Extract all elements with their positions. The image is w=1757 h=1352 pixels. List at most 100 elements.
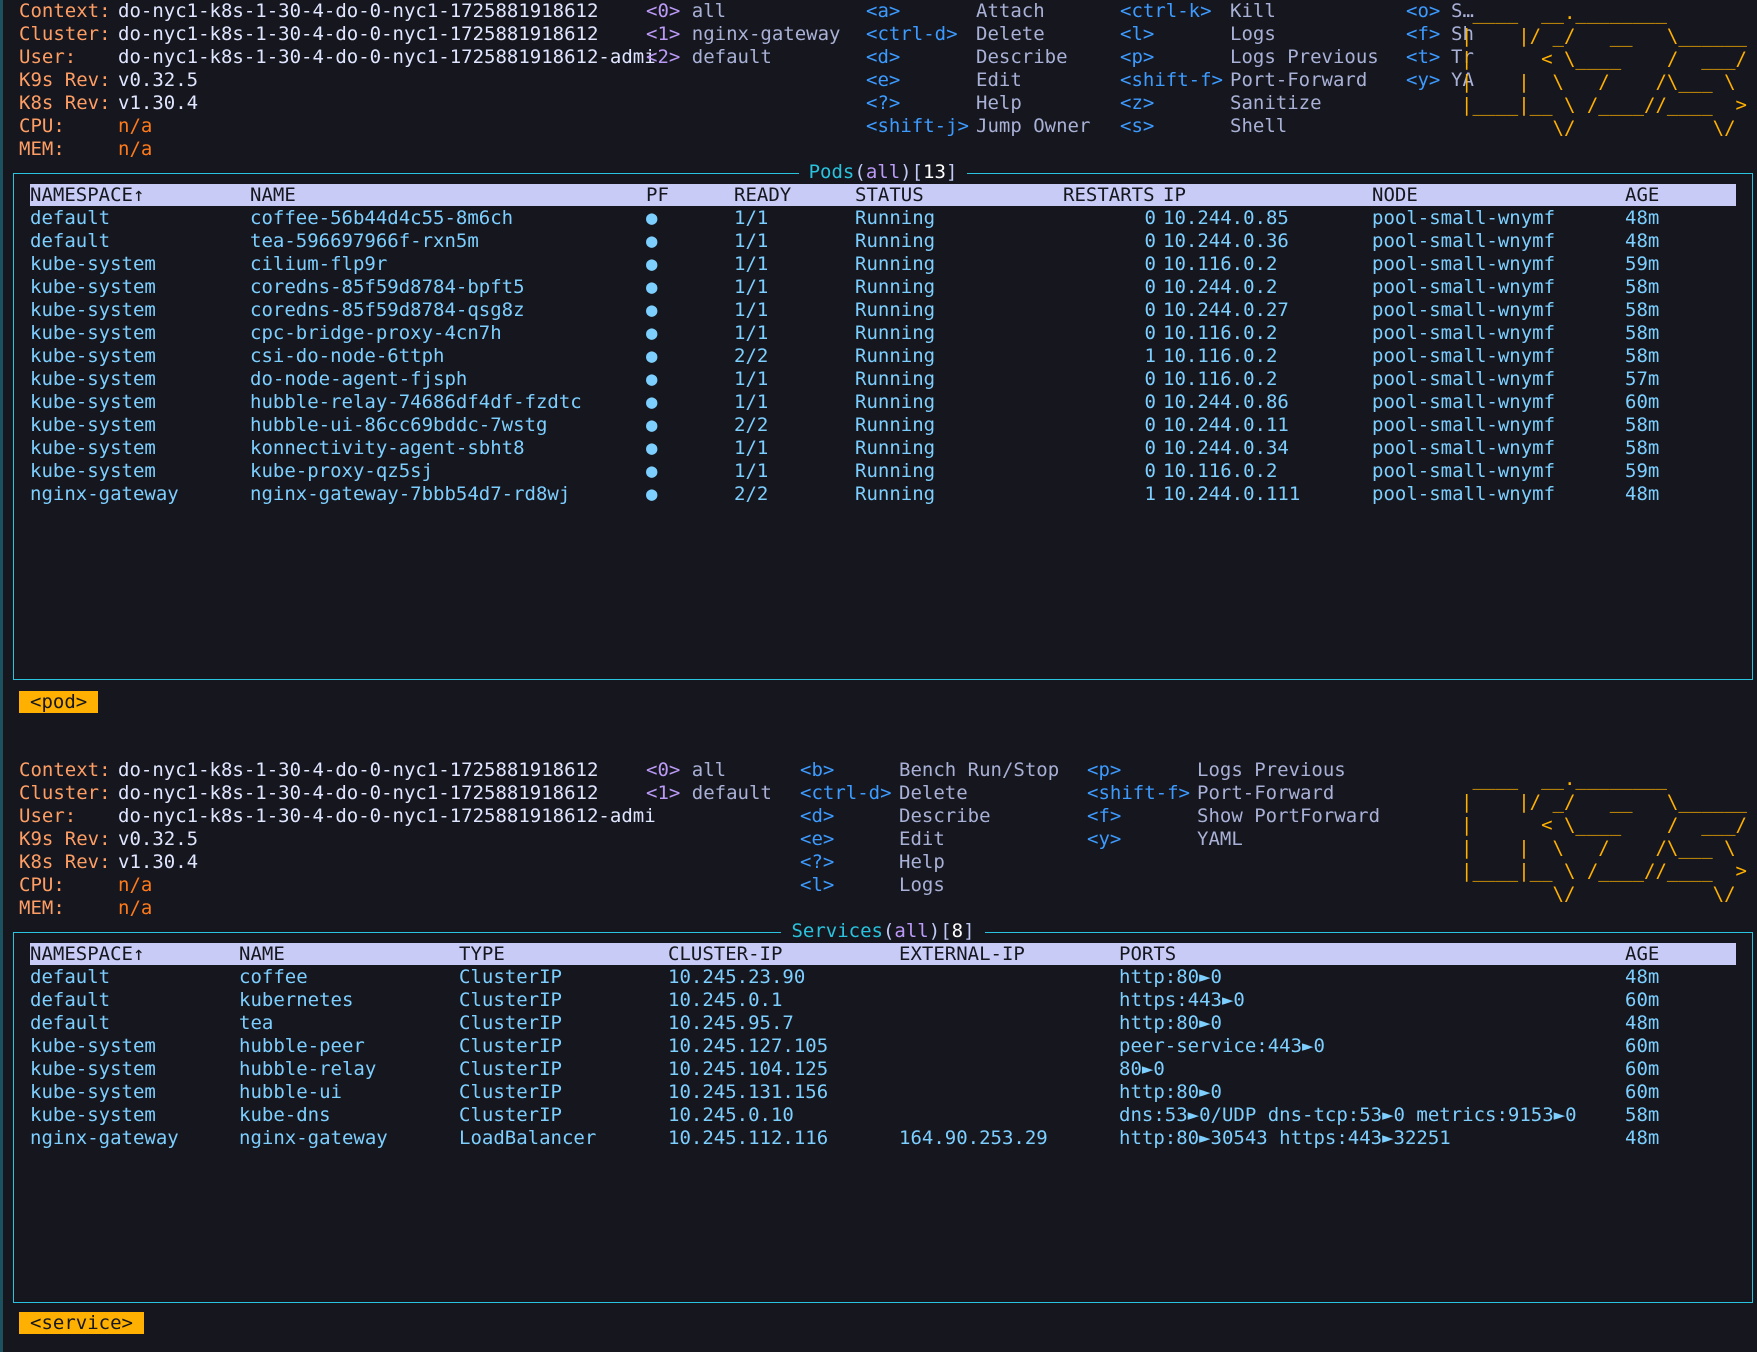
col-type[interactable]: TYPE [459, 943, 505, 965]
hint-action[interactable]: Port-Forward [1230, 69, 1367, 92]
col-ready[interactable]: READY [734, 184, 791, 206]
cell-name: cpc-bridge-proxy-4cn7h [250, 322, 502, 344]
table-row[interactable]: kube-system hubble-peer ClusterIP 10.245.12… [30, 1035, 1736, 1058]
hint-action[interactable]: Shell [1230, 115, 1287, 138]
table-row[interactable]: kube-system hubble-relay-74686df4df-fzdtc… [30, 391, 1736, 414]
k8s-rev-value: v1.30.4 [118, 851, 199, 873]
table-row[interactable]: nginx-gateway nginx-gateway LoadBalancer 10… [30, 1127, 1736, 1150]
col-node[interactable]: NODE [1372, 184, 1418, 206]
table-row[interactable]: kube-system do-node-agent-fjsph ● 1/1 Runnin… [30, 368, 1736, 391]
table-row[interactable]: default coffee-56b44d4c55-8m6ch ● 1/1 Runnin… [30, 207, 1736, 230]
table-row[interactable]: kube-system cpc-bridge-proxy-4cn7h ● 1/1 Run… [30, 322, 1736, 345]
cell-namespace: kube-system [30, 276, 156, 298]
cell-restarts: 1 [1144, 345, 1156, 367]
cell-namespace: default [30, 966, 111, 988]
hint-action[interactable]: Attach [976, 0, 1045, 23]
breadcrumb-service[interactable]: <service> [19, 1312, 144, 1334]
cell-ready: 1/1 [734, 299, 769, 321]
info-label: K9s Rev: [19, 69, 111, 91]
cell-age: 60m [1625, 1081, 1660, 1103]
table-row[interactable]: kube-system csi-do-node-6ttph ● 2/2 Running 1… [30, 345, 1736, 368]
hint-action[interactable]: Logs [899, 874, 945, 897]
col-restarts[interactable]: RESTARTS [1063, 184, 1155, 206]
col-age[interactable]: AGE [1625, 184, 1659, 206]
hint-key: <ctrl-k> [1120, 0, 1212, 22]
table-row[interactable]: default coffee ClusterIP 10.245.23.90 http:8… [30, 966, 1736, 989]
cell-name: konnectivity-agent-sbht8 [250, 437, 525, 459]
hint-action[interactable]: Describe [976, 46, 1068, 69]
hint-key: <s> [1120, 115, 1155, 137]
table-row[interactable]: kube-system hubble-ui ClusterIP 10.245.131.… [30, 1081, 1736, 1104]
table-row[interactable]: kube-system hubble-ui-86cc69bddc-7wstg ● 2/… [30, 414, 1736, 437]
cell-pf: ● [646, 414, 658, 436]
table-row[interactable]: kube-system kube-dns ClusterIP 10.245.0.10 d… [30, 1104, 1736, 1127]
hint-action[interactable]: Kill [1230, 0, 1276, 23]
namespace-shortcut[interactable]: <0> all [646, 759, 726, 782]
hint-action[interactable]: Delete [899, 782, 968, 805]
cell-age: 48m [1625, 966, 1660, 988]
table-row[interactable]: nginx-gateway nginx-gateway-7bbb54d7-rd8w… [30, 483, 1736, 506]
namespace-shortcut[interactable]: <1> nginx-gateway [646, 23, 841, 46]
col-age[interactable]: AGE [1625, 943, 1659, 965]
cell-name: tea [239, 1012, 274, 1034]
col-ports[interactable]: PORTS [1119, 943, 1176, 965]
cell-name: hubble-relay [239, 1058, 377, 1080]
hint-action[interactable]: Show PortForward [1197, 805, 1380, 828]
hint-action[interactable]: Port-Forward [1197, 782, 1334, 805]
hint-action[interactable]: Jump Owner [976, 115, 1090, 138]
cell-namespace: kube-system [30, 460, 156, 482]
col-name[interactable]: NAME [250, 184, 296, 206]
namespace-shortcut[interactable]: <0> all [646, 0, 726, 23]
hint-action[interactable]: Bench Run/Stop [899, 759, 1059, 782]
table-row[interactable]: kube-system coredns-85f59d8784-bpft5 ● 1/1 R… [30, 276, 1736, 299]
cell-restarts: 0 [1144, 253, 1156, 275]
cell-ports: peer-service:443►0 [1119, 1035, 1325, 1057]
cell-age: 48m [1625, 1012, 1660, 1034]
namespace-shortcut[interactable]: <1> default [646, 782, 772, 805]
col-status[interactable]: STATUS [855, 184, 924, 206]
col-namespace[interactable]: NAMESPACE↑ [30, 184, 144, 206]
cpu-value: n/a [118, 874, 153, 896]
col-namespace[interactable]: NAMESPACE↑ [30, 943, 144, 965]
hint-action[interactable]: YAML [1197, 828, 1243, 851]
cell-ready: 1/1 [734, 322, 769, 344]
cell-name: do-node-agent-fjsph [250, 368, 468, 390]
cell-ip: 10.244.0.36 [1163, 230, 1289, 252]
col-pf[interactable]: PF [646, 184, 669, 206]
col-name[interactable]: NAME [239, 943, 285, 965]
table-row[interactable]: kube-system konnectivity-agent-sbht8 ● 1/1 R… [30, 437, 1736, 460]
table-row[interactable]: kube-system cilium-flp9r ● 1/1 Running 0 10.11… [30, 253, 1736, 276]
table-row[interactable]: default kubernetes ClusterIP 10.245.0.1 http… [30, 989, 1736, 1012]
cell-node: pool-small-wnymf [1372, 230, 1556, 252]
cell-status: Running [855, 368, 936, 390]
col-cluster-ip[interactable]: CLUSTER-IP [668, 943, 782, 965]
table-row[interactable]: default tea-596697966f-rxn5m ● 1/1 Running 0 1… [30, 230, 1736, 253]
cell-namespace: kube-system [30, 345, 156, 367]
cell-namespace: default [30, 207, 111, 229]
hint-action[interactable]: Logs [1230, 23, 1276, 46]
cell-age: 48m [1625, 483, 1660, 505]
hint-action[interactable]: Edit [976, 69, 1022, 92]
table-row[interactable]: kube-system coredns-85f59d8784-qsg8z ● 1/1 R… [30, 299, 1736, 322]
hint-action[interactable]: Edit [899, 828, 945, 851]
hint-action[interactable]: Logs Previous [1230, 46, 1379, 69]
hint-action[interactable]: Help [976, 92, 1022, 115]
hint-action[interactable]: Help [899, 851, 945, 874]
hint-action[interactable]: Logs Previous [1197, 759, 1346, 782]
info-label: Context: [19, 0, 111, 22]
namespace-shortcut[interactable]: <2> default [646, 46, 772, 69]
cell-age: 58m [1625, 276, 1660, 298]
table-row[interactable]: kube-system hubble-relay ClusterIP 10.245.1… [30, 1058, 1736, 1081]
hint-action[interactable]: Describe [899, 805, 991, 828]
table-row[interactable]: kube-system kube-proxy-qz5sj ● 1/1 Running 0 1… [30, 460, 1736, 483]
cell-status: Running [855, 483, 936, 505]
hint-action[interactable]: Sanitize [1230, 92, 1322, 115]
table-row[interactable]: default tea ClusterIP 10.245.95.7 http:80►0 4… [30, 1012, 1736, 1035]
breadcrumb-pod[interactable]: <pod> [19, 691, 99, 713]
col-ip[interactable]: IP [1163, 184, 1186, 206]
cell-status: Running [855, 414, 936, 436]
cell-ports: dns:53►0/UDP dns-tcp:53►0 metrics:9153►0 [1119, 1104, 1577, 1126]
context-value: do-nyc1-k8s-1-30-4-do-0-nyc1-17258819186… [118, 759, 599, 781]
col-external-ip[interactable]: EXTERNAL-IP [899, 943, 1025, 965]
hint-action[interactable]: Delete [976, 23, 1045, 46]
